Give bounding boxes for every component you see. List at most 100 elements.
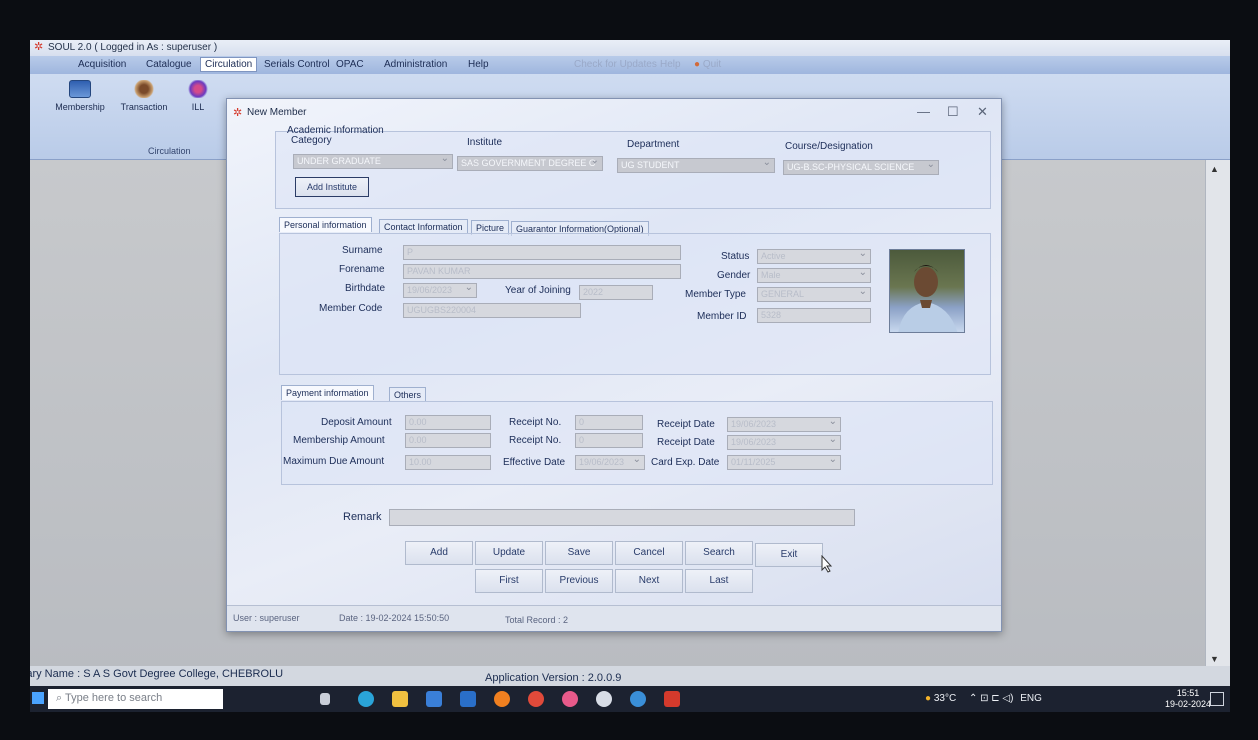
membership-amount-label: Membership Amount (293, 435, 385, 446)
scroll-down-icon[interactable]: ▼ (1210, 654, 1219, 664)
language-indicator[interactable]: ENG (1020, 693, 1042, 704)
surname-input[interactable]: P (403, 245, 681, 260)
receipt-date-label: Receipt Date (657, 419, 715, 430)
member-id-input[interactable]: 5328 (757, 308, 871, 323)
menu-catalogue[interactable]: Catalogue (142, 58, 196, 71)
birthdate-label: Birthdate (345, 283, 386, 294)
menu-help[interactable]: Help (464, 58, 493, 71)
new-member-dialog: ✲ New Member — ☐ ✕ Academic Information … (226, 98, 1002, 632)
add-button[interactable]: Add (405, 541, 473, 565)
receipt-no-2-input[interactable]: 0 (575, 433, 643, 448)
member-type-label: Member Type (685, 289, 746, 300)
first-button[interactable]: First (475, 569, 543, 593)
status-date: Date : 19-02-2024 15:50:50 (339, 613, 450, 623)
screen: SOUL 2.0 ( Logged in As : superuser ) ✲ … (30, 40, 1230, 712)
menu-help-grey[interactable]: Help (656, 58, 685, 71)
firefox-icon[interactable] (494, 691, 510, 707)
transaction-button[interactable]: Transaction (114, 80, 174, 112)
notification-icon[interactable] (1210, 692, 1224, 706)
gender-select[interactable]: Male (757, 268, 871, 283)
app-icon[interactable] (562, 691, 578, 707)
card-exp-date-picker[interactable]: 01/11/2025 (727, 455, 841, 470)
dialog-title: New Member (247, 107, 307, 118)
transaction-label: Transaction (120, 102, 168, 112)
receipt-no-2-label: Receipt No. (509, 435, 562, 446)
menu-acquisition[interactable]: Acquisition (74, 58, 130, 71)
course-select[interactable]: UG-B.SC-PHYSICAL SCIENCE (783, 160, 939, 175)
weather-icon: ● (925, 693, 932, 704)
institute-select[interactable]: SAS GOVERNMENT DEGREE C (457, 156, 603, 171)
save-button[interactable]: Save (545, 541, 613, 565)
receipt-no-input[interactable]: 0 (575, 415, 643, 430)
chrome-icon[interactable] (528, 691, 544, 707)
menu-circulation[interactable]: Circulation (200, 57, 258, 72)
task-view-icon[interactable] (320, 693, 330, 705)
category-select[interactable]: UNDER GRADUATE (293, 154, 453, 169)
search-button[interactable]: Search (685, 541, 753, 565)
system-tray: ● 33°C ⌃ ⊡ ⊏ ◁) ENG (925, 693, 1042, 704)
year-of-joining-input[interactable]: 2022 (579, 285, 653, 300)
tab-others[interactable]: Others (389, 387, 427, 402)
menu-check-updates[interactable]: Check for Updates (570, 58, 661, 71)
department-select[interactable]: UG STUDENT (617, 158, 775, 173)
dialog-close-icon[interactable]: ✕ (977, 104, 988, 120)
previous-button[interactable]: Previous (545, 569, 613, 593)
edge-icon[interactable] (358, 691, 374, 707)
tab-payment-information[interactable]: Payment information (281, 385, 374, 400)
member-id-label: Member ID (697, 311, 747, 322)
app-title-bar: SOUL 2.0 ( Logged in As : superuser ) (30, 40, 1230, 56)
scroll-up-icon[interactable]: ▲ (1210, 164, 1219, 174)
store-icon[interactable] (426, 691, 442, 707)
membership-button[interactable]: Membership (50, 80, 110, 112)
update-button[interactable]: Update (475, 541, 543, 565)
status-select[interactable]: Active (757, 249, 871, 264)
forename-label: Forename (339, 264, 385, 275)
menu-administration[interactable]: Administration (380, 58, 451, 71)
soul-taskbar-icon[interactable] (664, 691, 680, 707)
member-code-input[interactable]: UGUGBS220004 (403, 303, 581, 318)
department-label: Department (627, 139, 680, 150)
ill-button[interactable]: ILL (178, 80, 218, 112)
menu-serials-control[interactable]: Serials Control (260, 58, 334, 71)
vertical-scrollbar[interactable] (1205, 160, 1230, 670)
effective-date-label: Effective Date (503, 457, 566, 468)
windows-start-icon[interactable] (32, 692, 44, 704)
taskbar-search[interactable]: ⌕ Type here to search (48, 689, 223, 709)
exit-button[interactable]: Exit (755, 543, 823, 567)
menu-quit[interactable]: ● Quit (690, 58, 725, 71)
menu-opac[interactable]: OPAC (332, 58, 368, 71)
receipt-date-2-picker[interactable]: 19/06/2023 (727, 435, 841, 450)
deposit-amount-input[interactable]: 0.00 (405, 415, 491, 430)
tab-contact-information[interactable]: Contact Information (379, 219, 468, 234)
tab-personal-information[interactable]: Personal information (279, 217, 372, 232)
deposit-amount-label: Deposit Amount (321, 417, 392, 428)
application-version: Application Version : 2.0.0.9 (485, 672, 622, 684)
member-type-select[interactable]: GENERAL (757, 287, 871, 302)
taskbar-clock[interactable]: 15:51 19-02-2024 (1165, 688, 1211, 710)
settings-icon[interactable] (596, 691, 612, 707)
receipt-date-picker[interactable]: 19/06/2023 (727, 417, 841, 432)
next-button[interactable]: Next (615, 569, 683, 593)
cancel-button[interactable]: Cancel (615, 541, 683, 565)
dialog-minimize-icon[interactable]: — (917, 104, 930, 119)
mail-icon[interactable] (460, 691, 476, 707)
ribbon-group-label: Circulation (148, 146, 191, 156)
file-explorer-icon[interactable] (392, 691, 408, 707)
tray-icons[interactable]: ⌃ ⊡ ⊏ ◁) (969, 693, 1014, 704)
membership-amount-input[interactable]: 0.00 (405, 433, 491, 448)
add-institute-button[interactable]: Add Institute (295, 177, 369, 197)
dialog-maximize-icon[interactable]: ☐ (947, 104, 959, 120)
effective-date-picker[interactable]: 19/06/2023 (575, 455, 645, 470)
remark-label: Remark (343, 511, 382, 523)
remark-input[interactable] (389, 509, 855, 526)
birthdate-picker[interactable]: 19/06/2023 (403, 283, 477, 298)
clock-date: 19-02-2024 (1165, 699, 1212, 709)
forename-input[interactable]: PAVAN KUMAR (403, 264, 681, 279)
status-total-record: Total Record : 2 (505, 615, 569, 625)
card-exp-date-label: Card Exp. Date (651, 457, 720, 468)
max-due-amount-label: Maximum Due Amount (283, 456, 385, 467)
chrome-alt-icon[interactable] (630, 691, 646, 707)
max-due-amount-input[interactable]: 10.00 (405, 455, 491, 470)
app-title: SOUL 2.0 ( Logged in As : superuser ) (48, 42, 218, 53)
last-button[interactable]: Last (685, 569, 753, 593)
